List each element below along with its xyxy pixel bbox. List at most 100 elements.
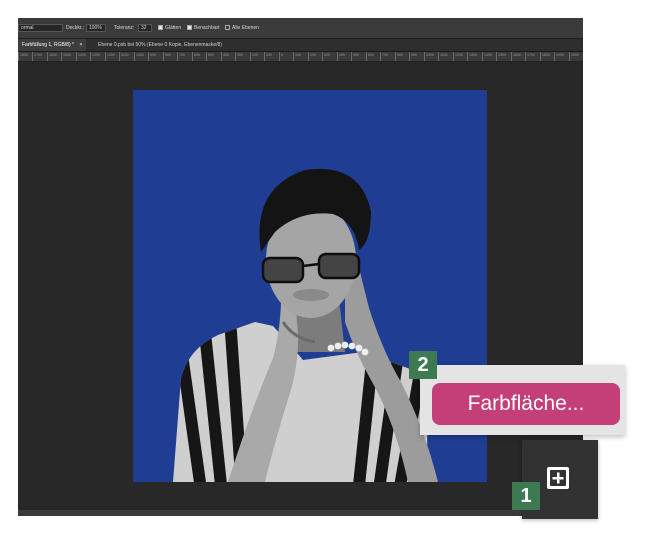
tab-label: Farbfüllung 1, RGB/8) * — [22, 42, 74, 48]
tab-farbfuellung[interactable]: Farbfüllung 1, RGB/8) * × — [18, 39, 87, 51]
ruler-tick — [293, 52, 294, 61]
horizontal-ruler: 1800 1700 1600 1500 1400 1300 1200 1100 1000 900 8… — [18, 52, 583, 62]
ruler-tick — [453, 52, 454, 61]
ruler-tick — [148, 52, 149, 61]
opacity-field[interactable]: 100% — [86, 24, 106, 32]
ruler-tick — [18, 52, 19, 61]
opacity-value: 100% — [89, 25, 102, 31]
options-bar: ormal Deckkr.: 100% Toleranz: 32 Glätten… — [18, 18, 583, 39]
ruler-number: 0 — [281, 53, 283, 57]
opacity-label: Deckkr.: — [66, 25, 85, 31]
ruler-tick — [76, 52, 77, 61]
ruler-tick — [351, 52, 352, 61]
ruler-number: 1700 — [34, 53, 42, 57]
contiguous-checkbox[interactable] — [187, 25, 192, 30]
ruler-number: 2000 — [571, 53, 579, 57]
contiguous-label: Benachbart — [194, 25, 220, 31]
ruler-number: 700 — [382, 53, 388, 57]
ruler-tick — [525, 52, 526, 61]
tab-ebene-0[interactable]: Ebene 0.psb bei 50% (Ebene 0 Kopie, Eben… — [94, 39, 226, 51]
ruler-tick — [337, 52, 338, 61]
ruler-tick — [119, 52, 120, 61]
ruler-number: 500 — [353, 53, 359, 57]
ruler-number: 900 — [150, 53, 156, 57]
ruler-number: 200 — [252, 53, 258, 57]
ruler-number: 800 — [165, 53, 171, 57]
ruler-number: 800 — [397, 53, 403, 57]
ruler-tick — [192, 52, 193, 61]
ruler-tick — [134, 52, 135, 61]
ruler-tick — [279, 52, 280, 61]
ruler-tick — [264, 52, 265, 61]
ruler-tick — [32, 52, 33, 61]
tolerance-field[interactable]: 32 — [138, 24, 152, 32]
ruler-number: 100 — [266, 53, 272, 57]
tolerance-value: 32 — [141, 25, 147, 31]
tab-close-icon[interactable]: × — [79, 42, 82, 48]
ruler-tick — [438, 52, 439, 61]
blend-mode-select[interactable]: ormal — [18, 24, 63, 32]
ruler-number: 300 — [237, 53, 243, 57]
ruler-number: 1700 — [527, 53, 535, 57]
ruler-number: 1500 — [498, 53, 506, 57]
ruler-number: 1600 — [513, 53, 521, 57]
all-layers-label: Alle Ebenen — [232, 25, 259, 31]
tab-label: Ebene 0.psb bei 50% (Ebene 0 Kopie, Eben… — [98, 42, 222, 48]
tolerance-label: Toleranz: — [114, 25, 135, 31]
step-badge-1: 1 — [512, 482, 540, 510]
ruler-number: 1400 — [484, 53, 492, 57]
ruler-number: 1200 — [107, 53, 115, 57]
smooth-checkbox[interactable] — [158, 25, 163, 30]
ruler-tick — [61, 52, 62, 61]
smooth-label: Glätten — [165, 25, 182, 31]
step-badge-2: 2 — [409, 351, 437, 379]
ruler-number: 600 — [368, 53, 374, 57]
ruler-number: 500 — [208, 53, 214, 57]
ruler-tick — [409, 52, 410, 61]
ruler-tick — [424, 52, 425, 61]
ruler-tick — [250, 52, 251, 61]
new-fill-layer-button[interactable] — [543, 463, 573, 493]
ruler-tick — [467, 52, 468, 61]
ruler-tick — [163, 52, 164, 61]
ruler-number: 400 — [339, 53, 345, 57]
ruler-tick — [540, 52, 541, 61]
ruler-number: 100 — [295, 53, 301, 57]
ruler-tick — [554, 52, 555, 61]
ruler-number: 1100 — [121, 53, 129, 57]
ruler-tick — [177, 52, 178, 61]
menu-item-farbflaeche[interactable]: Farbfläche... — [432, 383, 620, 425]
ruler-number: 1000 — [426, 53, 434, 57]
photoshop-window: ormal Deckkr.: 100% Toleranz: 32 Glätten… — [18, 18, 583, 516]
canvas-area — [18, 62, 583, 512]
ruler-number: 1100 — [440, 53, 448, 57]
ruler-tick — [105, 52, 106, 61]
ruler-number: 300 — [324, 53, 330, 57]
ruler-tick — [569, 52, 570, 61]
ruler-tick — [482, 52, 483, 61]
ruler-number: 1300 — [92, 53, 100, 57]
ruler-tick — [380, 52, 381, 61]
ruler-number: 900 — [411, 53, 417, 57]
ruler-number: 1500 — [63, 53, 71, 57]
ruler-tick — [308, 52, 309, 61]
ruler-number: 1000 — [136, 53, 144, 57]
ruler-number: 1900 — [556, 53, 564, 57]
ruler-number: 600 — [194, 53, 200, 57]
status-bar — [18, 510, 583, 516]
ruler-tick — [511, 52, 512, 61]
ruler-number: 400 — [223, 53, 229, 57]
ruler-tick — [90, 52, 91, 61]
ruler-number: 1800 — [20, 53, 28, 57]
ruler-number: 1800 — [542, 53, 550, 57]
ruler-tick — [221, 52, 222, 61]
plus-square-icon — [547, 467, 569, 489]
ruler-number: 1200 — [455, 53, 463, 57]
ruler-tick — [206, 52, 207, 61]
ruler-tick — [496, 52, 497, 61]
ruler-number: 200 — [310, 53, 316, 57]
ruler-number: 1400 — [78, 53, 86, 57]
ruler-number: 1600 — [49, 53, 57, 57]
ruler-tick — [366, 52, 367, 61]
all-layers-checkbox[interactable] — [225, 25, 230, 30]
